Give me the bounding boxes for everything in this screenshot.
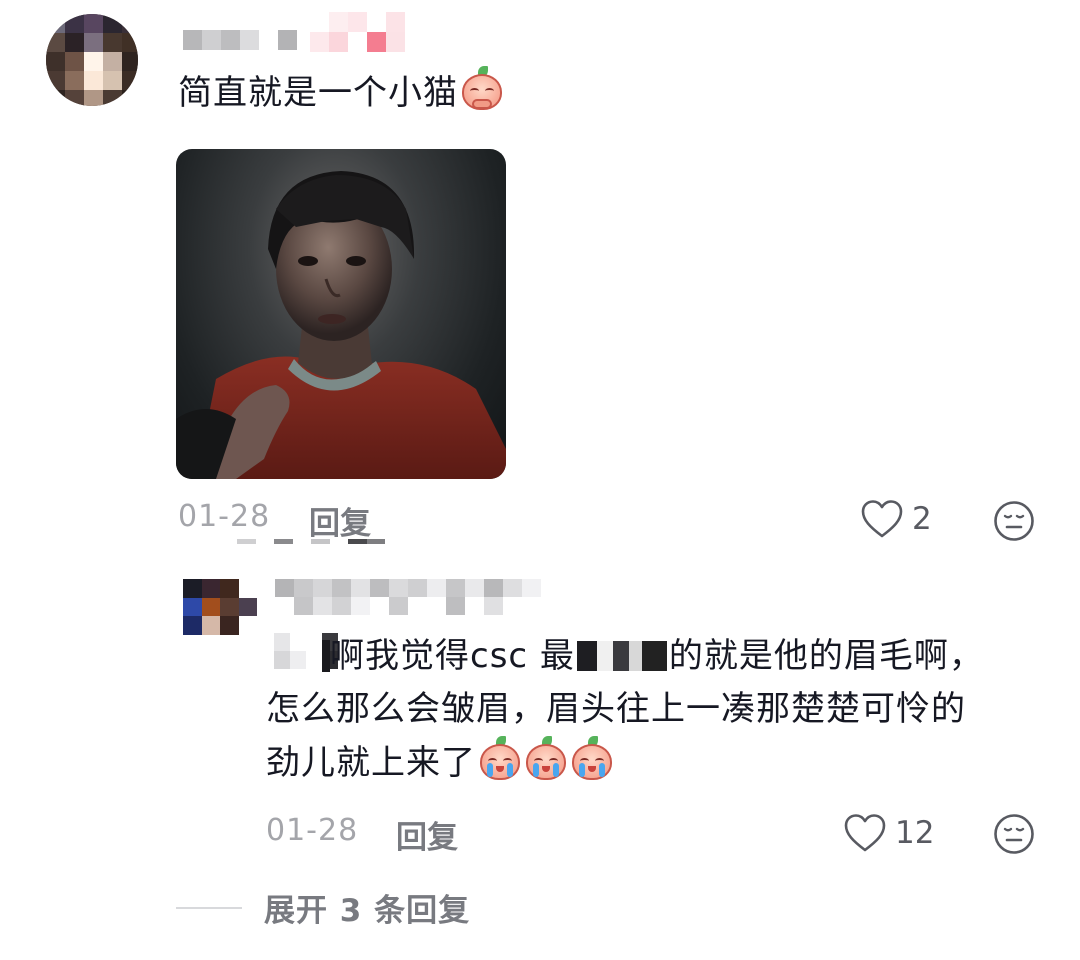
crying-peach-emoji [570, 736, 614, 782]
reply-text-segment: 啊我觉得csc 最 [330, 636, 575, 676]
inline-redaction-mosaic [576, 641, 667, 671]
comment-text: 简直就是一个小猫 [178, 66, 504, 120]
neutral-face-icon [994, 501, 1034, 541]
reply-text-segment: 劲儿就上来了 [266, 743, 476, 783]
crying-peach-emoji [524, 736, 568, 782]
reply-like-button[interactable]: 12 [843, 813, 934, 853]
expand-divider [176, 906, 242, 909]
reply-line-2: 怎么那么会皱眉，眉头往上一凑那楚楚可怜的 [266, 689, 966, 729]
like-count: 2 [912, 501, 932, 537]
expand-replies-label: 展开 3 条回复 [264, 893, 471, 929]
crying-peach-emoji [478, 736, 522, 782]
redaction-mark [322, 640, 330, 672]
like-button[interactable]: 2 [860, 499, 932, 539]
reply-text: 啊我觉得csc 最的就是他的眉毛啊， 怎么那么会皱眉，眉头往上一凑那楚楚可怜的 … [266, 630, 1046, 790]
user-tag-mosaic [310, 12, 405, 52]
reply-reply-button[interactable]: 回复 [396, 812, 458, 857]
reply-line-3: 劲儿就上来了 [266, 736, 1046, 790]
expand-replies-button[interactable]: 展开 3 条回复 [176, 885, 470, 930]
reply-text-segment: 的就是他的眉毛啊， [668, 636, 984, 676]
reply-dislike-button[interactable] [993, 813, 1035, 855]
comment-date: 01-28 [178, 499, 271, 534]
reply-avatar-mosaic [183, 579, 257, 635]
redaction-mosaic [237, 539, 385, 544]
heart-outline-icon [861, 500, 903, 538]
reply-avatar[interactable] [183, 579, 257, 635]
heart-outline-icon [844, 814, 886, 852]
pleading-peach-emoji [460, 66, 504, 112]
reply-button[interactable]: 回复 [309, 498, 371, 543]
avatar[interactable] [46, 14, 138, 106]
reply-date: 01-28 [266, 813, 359, 848]
portrait-illustration [176, 171, 506, 479]
neutral-face-icon [994, 814, 1034, 854]
avatar-mosaic [46, 14, 138, 106]
reply-like-count: 12 [895, 815, 935, 851]
comment-image[interactable] [176, 149, 506, 479]
dislike-button[interactable] [993, 500, 1035, 542]
reply-line-1: 啊我觉得csc 最 的就是他的眉毛啊， [266, 630, 1046, 683]
comment-body: 简直就是一个小猫 [178, 73, 458, 113]
reply-username-mosaic[interactable] [275, 579, 541, 615]
